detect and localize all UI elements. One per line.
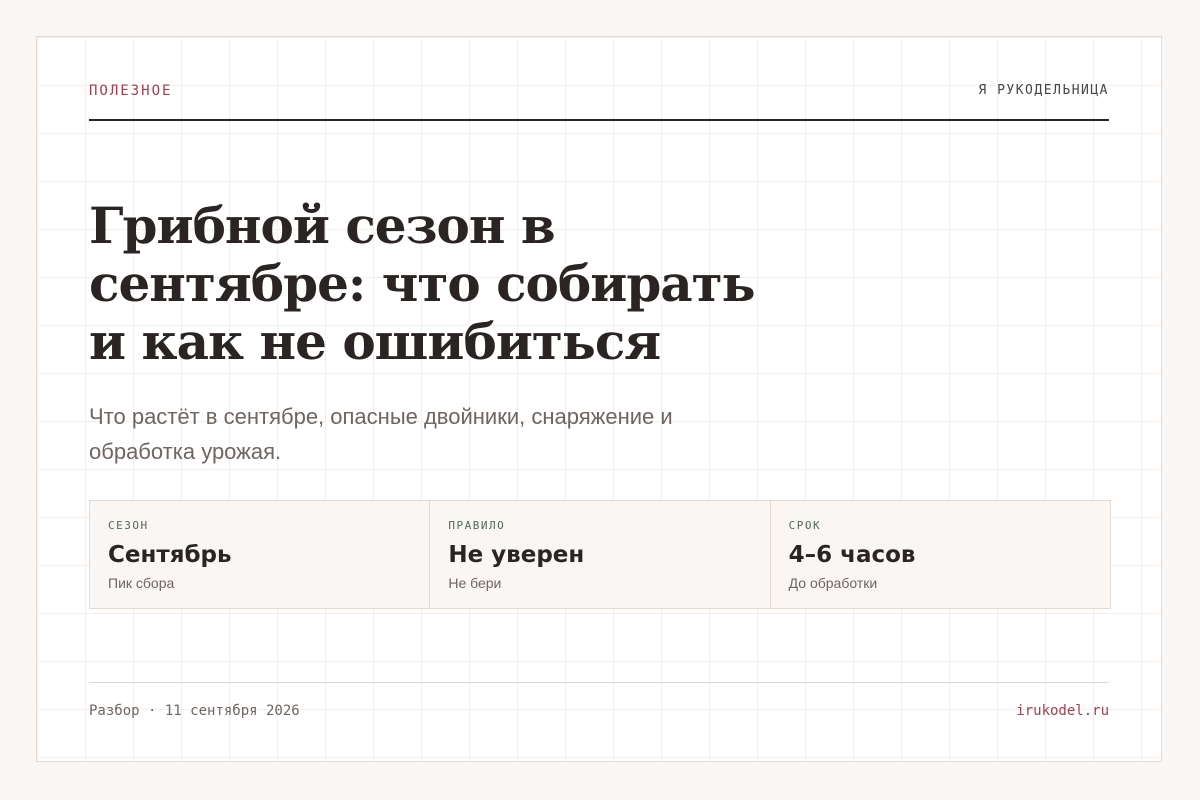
footer-meta: Разбор · 11 сентября 2026 [89, 703, 300, 719]
fact-note: Пик сбора [108, 575, 175, 591]
fact-rule: ПРАВИЛО Не уверен Не бери [430, 501, 771, 608]
fact-value: 4–6 часов [788, 542, 916, 568]
article-subtitle: Что растёт в сентябре, опасные двойники,… [89, 404, 673, 464]
fact-note: До обработки [788, 575, 878, 591]
facts-panel: СЕЗОН Сентябрь Пик сбора ПРАВИЛО Не увер… [89, 500, 1111, 609]
fact-label: СЕЗОН [108, 519, 149, 532]
footer-domain-link[interactable]: irukodel.ru [1016, 703, 1109, 719]
fact-label: ПРАВИЛО [448, 519, 506, 532]
article-card: ПОЛЕЗНОЕ Я РУКОДЕЛЬНИЦА Грибной сезон в … [36, 36, 1162, 762]
section-tag[interactable]: ПОЛЕЗНОЕ [89, 83, 172, 99]
site-name[interactable]: Я РУКОДЕЛЬНИЦА [978, 83, 1109, 98]
fact-value: Не уверен [448, 542, 585, 568]
fact-deadline: СРОК 4–6 часов До обработки [771, 501, 1110, 608]
fact-season: СЕЗОН Сентябрь Пик сбора [90, 501, 431, 608]
card-header: ПОЛЕЗНОЕ Я РУКОДЕЛЬНИЦА [89, 83, 1109, 121]
fact-value: Сентябрь [108, 542, 232, 568]
article-title: Грибной сезон в сентябре: что собирать и… [89, 196, 756, 371]
fact-label: СРОК [788, 519, 822, 532]
fact-note: Не бери [448, 575, 502, 591]
card-footer: Разбор · 11 сентября 2026 irukodel.ru [89, 682, 1109, 728]
